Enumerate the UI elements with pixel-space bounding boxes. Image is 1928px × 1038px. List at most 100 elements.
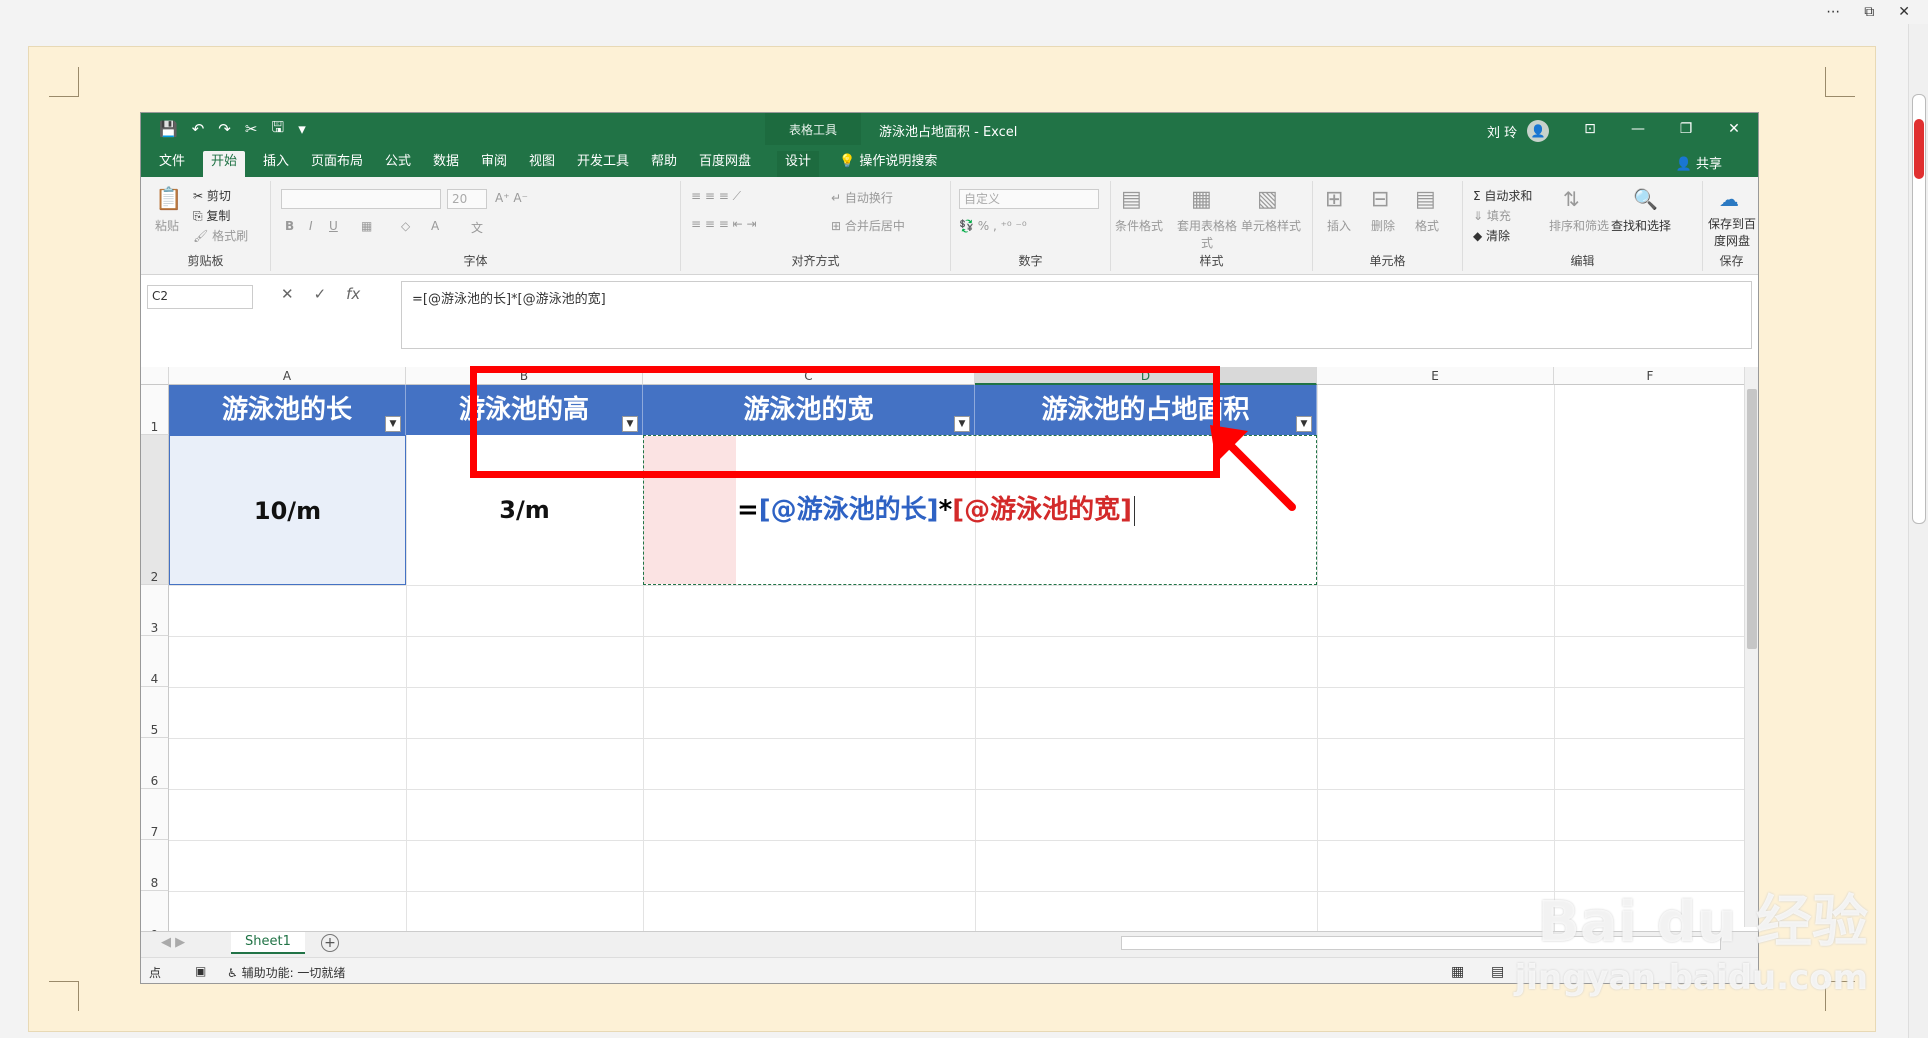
more-icon[interactable]: ⋯ (1826, 4, 1840, 20)
bold-icon[interactable]: B (285, 219, 294, 233)
phonetic-icon[interactable]: 文 (471, 219, 483, 236)
row-header-6[interactable]: 6 (141, 738, 169, 789)
border-icon[interactable]: ▦ (361, 219, 372, 233)
minimize-icon[interactable]: — (1614, 113, 1662, 145)
row-header-1[interactable]: 1 (141, 385, 169, 435)
cut-button[interactable]: ✂ 剪切 (193, 187, 231, 204)
accessibility-status[interactable]: ♿ 辅助功能: 一切就绪 (227, 964, 345, 981)
sort-filter-label[interactable]: 排序和筛选 (1549, 217, 1609, 234)
tab-design[interactable]: 设计 (777, 151, 820, 177)
fill-color-icon[interactable]: ◇ (401, 219, 410, 233)
sheet-tab-sheet1[interactable]: Sheet1 (231, 932, 305, 954)
baidu-cloud-icon[interactable]: ☁ (1719, 187, 1739, 211)
table-format-label[interactable]: 套用表格格式 (1177, 217, 1237, 251)
grid-vertical-scrollbar[interactable] (1744, 367, 1758, 927)
page-layout-view-icon[interactable]: ▤ (1491, 964, 1504, 980)
grow-font-icon[interactable]: A⁺ A⁻ (495, 191, 528, 205)
tab-developer[interactable]: 开发工具 (569, 151, 637, 177)
currency-percent-icons[interactable]: 💱 % , ⁺⁰ ⁻⁰ (959, 219, 1027, 233)
paste-icon[interactable]: 📋 (155, 187, 182, 212)
restore-icon[interactable]: ⧉ (1864, 4, 1874, 20)
save-icon[interactable]: 💾 (159, 120, 178, 138)
customize-qat-icon[interactable]: ▾ (298, 120, 306, 138)
share-button[interactable]: 👤 共享 (1676, 153, 1722, 172)
align-top-icon[interactable]: ≡ ≡ ≡ ⟋ (691, 189, 741, 204)
tab-formulas[interactable]: 公式 (377, 151, 419, 177)
row-header-2[interactable]: 2 (141, 435, 169, 585)
column-header-e[interactable]: E (1317, 367, 1554, 385)
tab-help[interactable]: 帮助 (643, 151, 685, 177)
cut-icon[interactable]: ✂ (245, 120, 258, 138)
close-icon[interactable]: ✕ (1898, 4, 1910, 20)
number-format-select[interactable]: 自定义 (959, 189, 1099, 209)
sort-filter-icon[interactable]: ⇅ (1563, 187, 1580, 211)
column-header-f[interactable]: F (1554, 367, 1747, 385)
redo-icon[interactable]: ↷ (218, 120, 231, 138)
font-size-select[interactable]: 20 (447, 189, 487, 209)
merge-center-button[interactable]: ⊞ 合并后居中 (831, 217, 905, 234)
tell-me-search[interactable]: 💡 操作说明搜索 (831, 151, 945, 177)
select-all-corner[interactable] (141, 367, 169, 385)
undo-icon[interactable]: ↶ (192, 120, 205, 138)
fill-button[interactable]: ⇓ 填充 (1473, 207, 1511, 224)
tab-file[interactable]: 文件 (151, 151, 193, 177)
delete-cells-icon[interactable]: ⊟ (1371, 187, 1389, 212)
formula-input[interactable]: =[@游泳池的长]*[@游泳池的宽] (401, 281, 1752, 349)
sheet-nav-icon[interactable]: ◀ ▶ (161, 935, 185, 950)
tab-home[interactable]: 开始 (203, 151, 246, 177)
align-left-icon[interactable]: ≡ ≡ ≡ ⇤ ⇥ (691, 217, 757, 231)
italic-icon[interactable]: I (309, 219, 313, 233)
insert-cells-icon[interactable]: ⊞ (1325, 187, 1343, 212)
normal-view-icon[interactable]: ▦ (1451, 964, 1464, 980)
underline-icon[interactable]: U (329, 219, 338, 233)
cancel-icon[interactable]: ✕ (281, 285, 294, 303)
tab-data[interactable]: 数据 (425, 151, 467, 177)
conditional-format-icon[interactable]: ▤ (1121, 187, 1142, 212)
row-header-7[interactable]: 7 (141, 789, 169, 840)
row-header-5[interactable]: 5 (141, 687, 169, 738)
format-painter-button[interactable]: 🖌 格式刷 (193, 227, 248, 244)
wrap-text-button[interactable]: ↵ 自动换行 (831, 189, 893, 206)
tab-review[interactable]: 审阅 (473, 151, 515, 177)
function-icon[interactable]: fx (346, 285, 360, 303)
format-cells-icon[interactable]: ▤ (1415, 187, 1436, 212)
table-header-cell[interactable]: 游泳池的长 ▼ (169, 385, 406, 435)
conditional-format-label[interactable]: 条件格式 (1115, 217, 1163, 234)
enter-icon[interactable]: ✓ (314, 285, 327, 303)
tab-view[interactable]: 视图 (521, 151, 563, 177)
clear-button[interactable]: ◆ 清除 (1473, 227, 1510, 244)
maximize-icon[interactable]: ❐ (1662, 113, 1710, 145)
row-header-4[interactable]: 4 (141, 636, 169, 687)
save-as-icon[interactable]: 🖫 (271, 117, 284, 142)
avatar-icon[interactable]: 👤 (1527, 120, 1550, 142)
name-box[interactable]: C2 (147, 285, 253, 309)
row-header-3[interactable]: 3 (141, 585, 169, 636)
copy-button[interactable]: ⎘ 复制 (193, 207, 230, 224)
macro-record-icon[interactable]: ▣ (195, 964, 206, 978)
tab-baidu-netdisk[interactable]: 百度网盘 (691, 151, 759, 177)
find-select-label[interactable]: 查找和选择 (1611, 217, 1671, 234)
find-select-icon[interactable]: 🔍 (1633, 187, 1658, 211)
save-to-baidu-label[interactable]: 保存到百度网盘 (1705, 215, 1758, 249)
insert-cells-label[interactable]: 插入 (1327, 217, 1351, 234)
autosum-button[interactable]: Σ 自动求和 (1473, 187, 1532, 204)
cell-style-icon[interactable]: ▧ (1257, 187, 1278, 212)
user-account[interactable]: 刘 玲 👤 (1487, 120, 1550, 142)
scrollbar-thumb[interactable] (1747, 389, 1757, 649)
row-header-8[interactable]: 8 (141, 840, 169, 891)
tab-page-layout[interactable]: 页面布局 (303, 151, 371, 177)
format-cells-label[interactable]: 格式 (1415, 217, 1439, 234)
delete-cells-label[interactable]: 删除 (1371, 217, 1395, 234)
cell-style-label[interactable]: 单元格样式 (1241, 217, 1301, 234)
ribbon-display-icon[interactable]: ⊡ (1566, 113, 1614, 145)
font-color-icon[interactable]: A (431, 219, 439, 233)
table-format-icon[interactable]: ▦ (1191, 187, 1212, 212)
column-header-a[interactable]: A (169, 367, 406, 385)
cell-a2[interactable]: 10/m (169, 435, 406, 585)
document-scrollbar[interactable] (1908, 24, 1928, 1038)
add-sheet-icon[interactable]: + (321, 934, 339, 952)
tab-insert[interactable]: 插入 (255, 151, 297, 177)
filter-dropdown-icon[interactable]: ▼ (385, 416, 401, 432)
font-name-select[interactable] (281, 189, 441, 209)
close-window-icon[interactable]: ✕ (1710, 113, 1758, 145)
